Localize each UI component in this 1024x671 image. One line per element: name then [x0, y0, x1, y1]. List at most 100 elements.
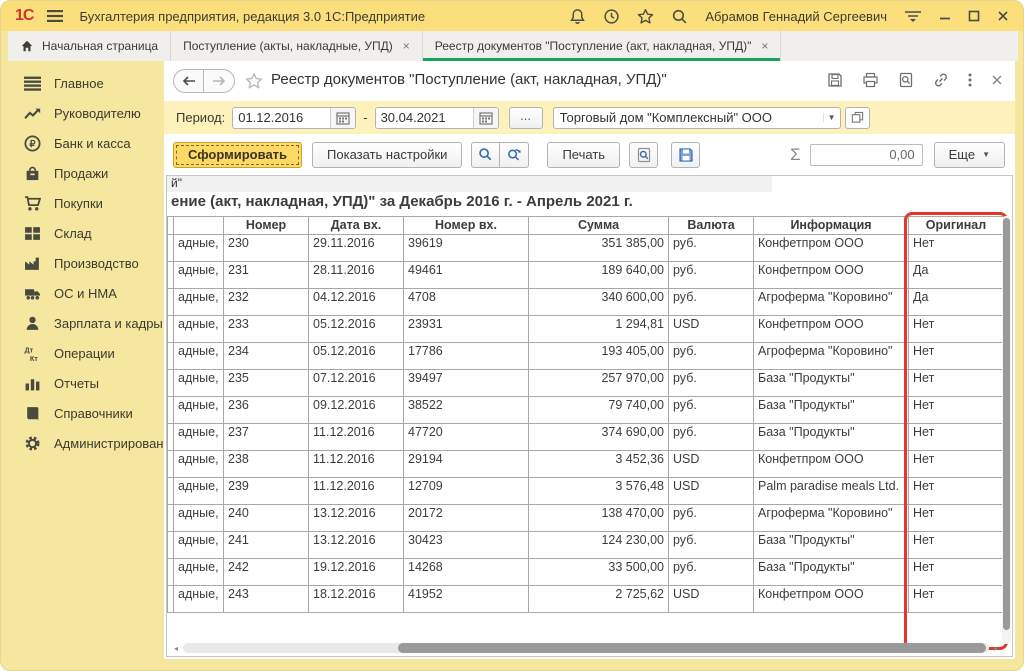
table-cell[interactable]: 12709 — [404, 478, 529, 505]
table-cell[interactable]: 07.12.2016 — [309, 370, 404, 397]
chevron-down-icon[interactable]: ▼ — [823, 113, 840, 122]
table-cell[interactable]: руб. — [669, 235, 754, 262]
table-cell[interactable]: Конфетпром ООО — [754, 586, 909, 613]
close-form-icon[interactable] — [991, 74, 1003, 86]
table-cell[interactable]: адные, — [174, 262, 224, 289]
table-row[interactable]: адные,23128.11.201649461189 640,00руб.Ко… — [168, 262, 1004, 289]
horizontal-scrollbar[interactable]: ◂ ▸ — [171, 643, 1001, 654]
sidebar-item-2[interactable]: Руководителю — [8, 98, 164, 128]
sidebar-item-13[interactable]: Администрирование — [8, 428, 164, 458]
table-cell[interactable]: 238 — [224, 451, 309, 478]
sidebar-item-8[interactable]: ОС и НМА — [8, 278, 164, 308]
table-cell[interactable]: адные, — [174, 478, 224, 505]
table-cell[interactable]: руб. — [669, 505, 754, 532]
table-cell[interactable]: адные, — [174, 559, 224, 586]
table-cell[interactable]: USD — [669, 478, 754, 505]
table-cell[interactable]: 236 — [224, 397, 309, 424]
notifications-bell-icon[interactable] — [569, 8, 586, 25]
get-link-icon[interactable] — [933, 72, 949, 88]
table-cell[interactable]: адные, — [174, 370, 224, 397]
table-cell[interactable]: Нет — [909, 424, 1004, 451]
table-cell[interactable]: руб. — [669, 532, 754, 559]
table-cell[interactable]: Нет — [909, 559, 1004, 586]
table-cell[interactable]: 138 470,00 — [529, 505, 669, 532]
table-cell[interactable]: Нет — [909, 505, 1004, 532]
table-cell[interactable]: 17786 — [404, 343, 529, 370]
table-cell[interactable]: 23931 — [404, 316, 529, 343]
table-cell[interactable]: 232 — [224, 289, 309, 316]
favorites-star-icon[interactable] — [637, 8, 654, 25]
table-row[interactable]: адные,23507.12.201639497257 970,00руб.Ба… — [168, 370, 1004, 397]
table-cell[interactable]: адные, — [174, 316, 224, 343]
table-cell[interactable]: База "Продукты" — [754, 397, 909, 424]
table-cell[interactable]: адные, — [174, 343, 224, 370]
preview-icon[interactable] — [898, 72, 914, 88]
minimize-button[interactable] — [939, 10, 951, 22]
find-next-button[interactable] — [500, 142, 529, 168]
main-menu-icon[interactable] — [47, 9, 63, 23]
table-cell[interactable]: 30423 — [404, 532, 529, 559]
table-cell[interactable]: адные, — [174, 586, 224, 613]
table-cell[interactable]: адные, — [174, 505, 224, 532]
table-cell[interactable]: Конфетпром ООО — [754, 235, 909, 262]
table-cell[interactable]: Нет — [909, 478, 1004, 505]
table-cell[interactable]: руб. — [669, 559, 754, 586]
sidebar-item-10[interactable]: ДтКтОперации — [8, 338, 164, 368]
table-cell[interactable]: 234 — [224, 343, 309, 370]
table-cell[interactable]: 29.11.2016 — [309, 235, 404, 262]
table-cell[interactable]: Нет — [909, 397, 1004, 424]
print-icon[interactable] — [862, 72, 879, 88]
table-cell[interactable]: 05.12.2016 — [309, 343, 404, 370]
table-cell[interactable]: 20172 — [404, 505, 529, 532]
table-cell[interactable]: 41952 — [404, 586, 529, 613]
calendar-icon[interactable] — [473, 108, 498, 128]
table-cell[interactable]: Агроферма "Коровино" — [754, 343, 909, 370]
table-row[interactable]: адные,24318.12.2016419522 725,62USDКонфе… — [168, 586, 1004, 613]
table-cell[interactable]: 04.12.2016 — [309, 289, 404, 316]
table-cell[interactable]: адные, — [174, 424, 224, 451]
table-cell[interactable]: Нет — [909, 586, 1004, 613]
table-row[interactable]: адные,23811.12.2016291943 452,36USDКонфе… — [168, 451, 1004, 478]
table-cell[interactable]: 242 — [224, 559, 309, 586]
history-icon[interactable] — [603, 8, 620, 25]
close-window-button[interactable] — [997, 10, 1009, 22]
scroll-left-arrow-icon[interactable]: ◂ — [171, 643, 181, 654]
column-header[interactable]: Оригинал — [909, 217, 1004, 235]
table-row[interactable]: адные,23711.12.201647720374 690,00руб.Ба… — [168, 424, 1004, 451]
table-cell[interactable]: 240 — [224, 505, 309, 532]
table-cell[interactable]: адные, — [174, 451, 224, 478]
sidebar-item-7[interactable]: Производство — [8, 248, 164, 278]
sidebar-item-6[interactable]: Склад — [8, 218, 164, 248]
table-cell[interactable]: Агроферма "Коровино" — [754, 289, 909, 316]
tab-postuplenie[interactable]: Поступление (акты, накладные, УПД) × — [171, 31, 423, 61]
table-cell[interactable]: 2 725,62 — [529, 586, 669, 613]
table-row[interactable]: адные,23911.12.2016127093 576,48USDPalm … — [168, 478, 1004, 505]
column-header[interactable]: Дата вх. — [309, 217, 404, 235]
table-cell[interactable]: 05.12.2016 — [309, 316, 404, 343]
table-cell[interactable]: 18.12.2016 — [309, 586, 404, 613]
table-cell[interactable]: руб. — [669, 397, 754, 424]
table-row[interactable]: адные,24113.12.201630423124 230,00руб.Ба… — [168, 532, 1004, 559]
column-header[interactable]: Валюта — [669, 217, 754, 235]
table-cell[interactable]: адные, — [174, 235, 224, 262]
date-to-input[interactable] — [376, 108, 473, 128]
current-user[interactable]: Абрамов Геннадий Сергеевич — [705, 9, 887, 24]
table-cell[interactable]: 11.12.2016 — [309, 451, 404, 478]
report-title[interactable]: ение (акт, накладная, УПД)" за Декабрь 2… — [171, 193, 633, 210]
service-menu-icon[interactable] — [904, 9, 922, 23]
report-spreadsheet[interactable]: й" ение (акт, накладная, УПД)" за Декабр… — [166, 175, 1013, 657]
add-to-favorites-star-icon[interactable] — [245, 72, 263, 90]
table-cell[interactable]: адные, — [174, 289, 224, 316]
open-organization-icon[interactable] — [845, 107, 870, 129]
sidebar-item-4[interactable]: Продажи — [8, 158, 164, 188]
table-cell[interactable]: Нет — [909, 370, 1004, 397]
table-cell[interactable]: Нет — [909, 316, 1004, 343]
table-cell[interactable]: 243 — [224, 586, 309, 613]
table-cell[interactable]: Конфетпром ООО — [754, 262, 909, 289]
organization-combo[interactable]: Торговый дом "Комплексный" ООО ▼ — [553, 107, 841, 129]
table-cell[interactable]: USD — [669, 316, 754, 343]
table-cell[interactable]: 231 — [224, 262, 309, 289]
table-cell[interactable]: 49461 — [404, 262, 529, 289]
tab-home[interactable]: Начальная страница — [8, 31, 171, 61]
vertical-scrollbar[interactable] — [1002, 216, 1011, 644]
